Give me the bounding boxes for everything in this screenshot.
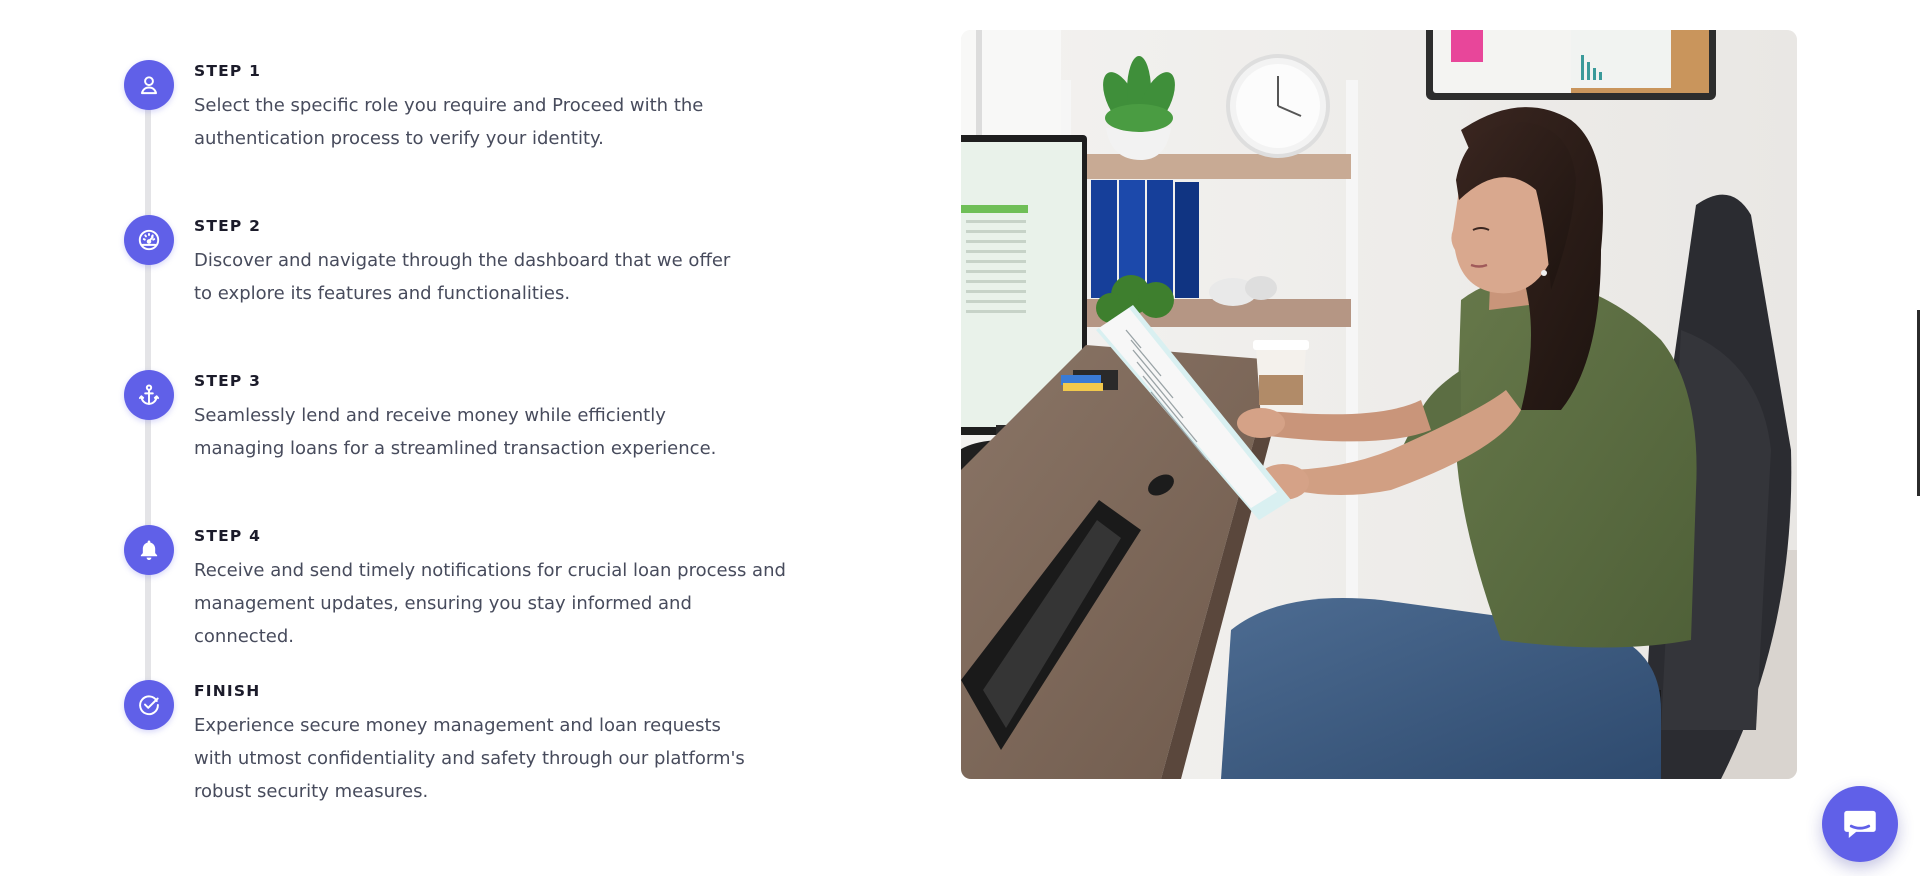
- step-description: Discover and navigate through the dashbo…: [194, 250, 731, 304]
- step-title: STEP 1: [194, 62, 262, 80]
- how-it-works-section: STEP 1 Select the specific role you requ…: [0, 0, 1920, 876]
- step-title: STEP 2: [194, 217, 262, 235]
- step-title: STEP 3: [194, 372, 262, 390]
- step-description: Experience secure money management and l…: [194, 715, 745, 802]
- step-description: Seamlessly lend and receive money while …: [194, 405, 717, 459]
- step-title: FINISH: [194, 682, 261, 700]
- chat-button[interactable]: [1822, 786, 1898, 862]
- chat-bubble-icon: [1844, 810, 1876, 838]
- speedometer-icon: [124, 215, 174, 265]
- check-circle-icon: [124, 680, 174, 730]
- step-description: Select the specific role you require and…: [194, 95, 704, 149]
- woman-reading-document-photo: [961, 30, 1797, 779]
- user-icon: [124, 60, 174, 110]
- step-description: Receive and send timely notifications fo…: [194, 560, 786, 647]
- step-title: STEP 4: [194, 527, 262, 545]
- anchor-icon: [124, 370, 174, 420]
- bell-icon: [124, 525, 174, 575]
